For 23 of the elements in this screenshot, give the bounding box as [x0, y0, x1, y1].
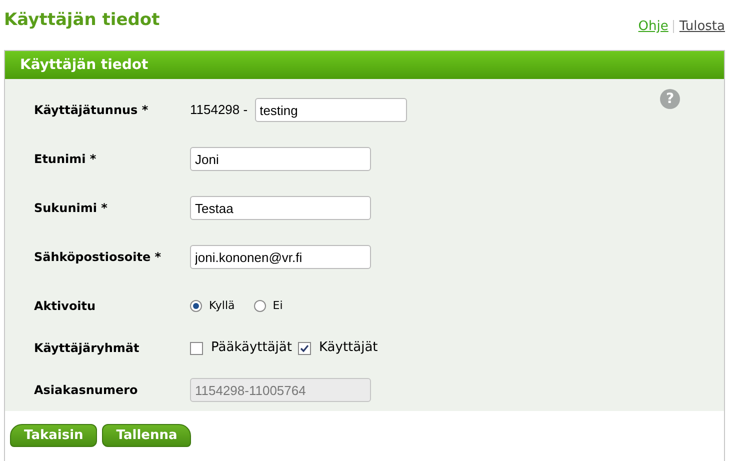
checkbox[interactable]: [190, 342, 203, 354]
input-field[interactable]: testing: [254, 98, 407, 122]
page-title: Käyttäjän tiedot: [4, 9, 160, 32]
input-field[interactable]: Testaa: [190, 196, 371, 220]
input-field[interactable]: joni.kononen@vr.fi: [190, 245, 371, 269]
field-label: Etunimi *: [34, 151, 98, 168]
checkbox[interactable]: [298, 342, 311, 354]
checkbox-label: Käyttäjät: [318, 339, 378, 358]
print-link[interactable]: Tulosta: [679, 17, 725, 36]
field-label: Sähköpostiosoite *: [34, 249, 162, 266]
radio-label: Kyllä: [209, 298, 235, 314]
radio-button[interactable]: [190, 300, 202, 312]
field-label: Käyttäjäryhmät: [34, 340, 140, 357]
field-label: Käyttäjätunnus *: [34, 102, 150, 119]
radio-label: Ei: [272, 298, 283, 314]
radio-button[interactable]: [254, 300, 266, 312]
input-field[interactable]: Joni: [190, 147, 371, 171]
checkbox-label: Pääkäyttäjät: [211, 339, 292, 358]
panel-title: Käyttäjän tiedot: [20, 56, 148, 74]
user-id-prefix: 1154298 -: [190, 101, 248, 120]
field-label: Aktivoitu: [34, 298, 97, 315]
field-label: Sukunimi *: [34, 200, 108, 217]
field-label: Asiakasnumero: [34, 382, 139, 399]
